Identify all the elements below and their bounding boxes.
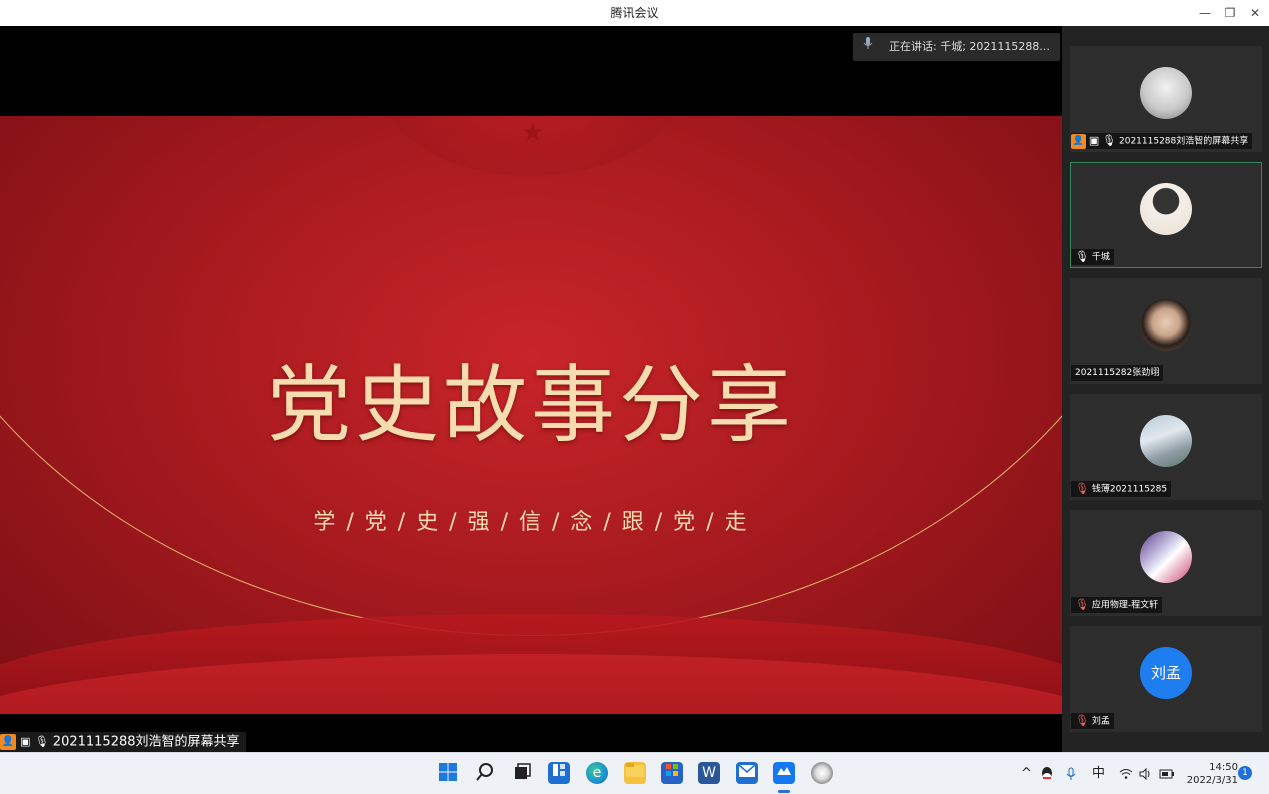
participant-tile[interactable]: 👤 ▣ 🎙 2021115288刘浩智的屏幕共享 — [1070, 46, 1262, 152]
widgets-icon[interactable] — [548, 762, 570, 784]
participant-name: 2021115282张劲翊 — [1071, 365, 1164, 381]
participant-tile[interactable]: 🎙 钱薄2021115285 — [1070, 394, 1262, 500]
minimize-button[interactable]: — — [1193, 0, 1217, 26]
avatar — [1140, 183, 1192, 235]
notification-badge[interactable]: 1 — [1238, 766, 1252, 780]
avatar: 刘孟 — [1140, 647, 1192, 699]
wifi-icon[interactable] — [1119, 753, 1133, 794]
tencent-meeting-icon[interactable] — [773, 762, 795, 784]
system-clock[interactable]: 14:50 2022/3/31 — [1180, 761, 1238, 787]
search-icon[interactable] — [474, 762, 496, 784]
microphone-icon: 🎙 — [34, 735, 49, 748]
host-icon: 👤 — [0, 734, 16, 750]
window-title: 腾讯会议 — [610, 6, 659, 20]
clock-date: 2022/3/31 — [1186, 775, 1238, 786]
edge-browser-icon[interactable]: e — [586, 762, 608, 784]
windows-taskbar: e W ^ 中 14:50 2022/3/31 — [0, 752, 1269, 794]
participant-tile[interactable]: 🎙 应用物理-程文轩 — [1070, 510, 1262, 616]
screen-share-icon: ▣ — [1088, 134, 1100, 147]
share-label-text: 2021115288刘浩智的屏幕共享 — [52, 734, 240, 750]
participant-name: 🎙 刘孟 — [1071, 713, 1114, 729]
battery-icon[interactable] — [1159, 753, 1175, 794]
task-view-icon[interactable] — [511, 762, 533, 784]
microphone-muted-icon: 🎙 — [1075, 482, 1089, 495]
file-explorer-icon[interactable] — [624, 762, 646, 784]
speaking-indicator: 正在讲话: 千城; 2021115288... — [853, 33, 1060, 61]
avatar — [1140, 67, 1192, 119]
presentation-slide: ★ 党史故事分享 学 / 党 / 史 / 强 / 信 / 念 / 跟 / 党 /… — [0, 116, 1062, 714]
avatar — [1140, 415, 1192, 467]
microphone-muted-icon: 🎙 — [1075, 598, 1089, 611]
slide-subtitle: 学 / 党 / 史 / 强 / 信 / 念 / 跟 / 党 / 走 — [313, 510, 749, 535]
mail-icon[interactable] — [736, 762, 758, 784]
participant-tile[interactable]: 刘孟 🎙 刘孟 — [1070, 626, 1262, 732]
slide-title: 党史故事分享 — [266, 356, 795, 454]
participant-name: 🎙 钱薄2021115285 — [1071, 481, 1172, 497]
screen-share-label: 👤 ▣ 🎙 2021115288刘浩智的屏幕共享 — [0, 732, 246, 752]
screen-share-area[interactable]: ★ 党史故事分享 学 / 党 / 史 / 强 / 信 / 念 / 跟 / 党 /… — [0, 26, 1062, 752]
restore-button[interactable]: ❐ — [1218, 0, 1242, 26]
ime-indicator[interactable]: 中 — [1092, 753, 1105, 794]
close-button[interactable]: ✕ — [1243, 0, 1267, 26]
volume-icon[interactable] — [1139, 753, 1153, 794]
participant-name: 👤 ▣ 🎙 2021115288刘浩智的屏幕共享 — [1071, 133, 1253, 149]
microphone-icon[interactable] — [1066, 753, 1076, 794]
word-icon[interactable]: W — [698, 762, 720, 784]
microphone-icon: 🎙 — [1075, 250, 1089, 263]
microphone-muted-icon: 🎙 — [1075, 714, 1089, 727]
start-icon[interactable] — [437, 762, 459, 784]
qq-icon[interactable] — [1041, 753, 1053, 794]
speaking-text: 正在讲话: 千城; 2021115288... — [889, 40, 1050, 53]
clock-time: 14:50 — [1209, 762, 1238, 773]
microsoft-store-icon[interactable] — [661, 762, 683, 784]
host-icon: 👤 — [1071, 133, 1086, 149]
screen-share-icon: ▣ — [20, 735, 31, 748]
participants-panel: 👤 ▣ 🎙 2021115288刘浩智的屏幕共享 🎙 千城 2021115282… — [1062, 26, 1269, 752]
user-app-icon[interactable] — [811, 762, 833, 784]
participant-tile[interactable]: 🎙 千城 — [1070, 162, 1262, 268]
avatar — [1140, 299, 1192, 351]
microphone-icon — [863, 33, 873, 61]
participant-tile[interactable]: 2021115282张劲翊 — [1070, 278, 1262, 384]
avatar — [1140, 531, 1192, 583]
microphone-icon: 🎙 — [1102, 134, 1117, 147]
participant-name: 🎙 千城 — [1071, 249, 1114, 265]
window-titlebar: 腾讯会议 — ❐ ✕ — [0, 0, 1269, 26]
participant-name: 🎙 应用物理-程文轩 — [1071, 597, 1163, 613]
show-hidden-icons[interactable]: ^ — [1021, 753, 1032, 794]
